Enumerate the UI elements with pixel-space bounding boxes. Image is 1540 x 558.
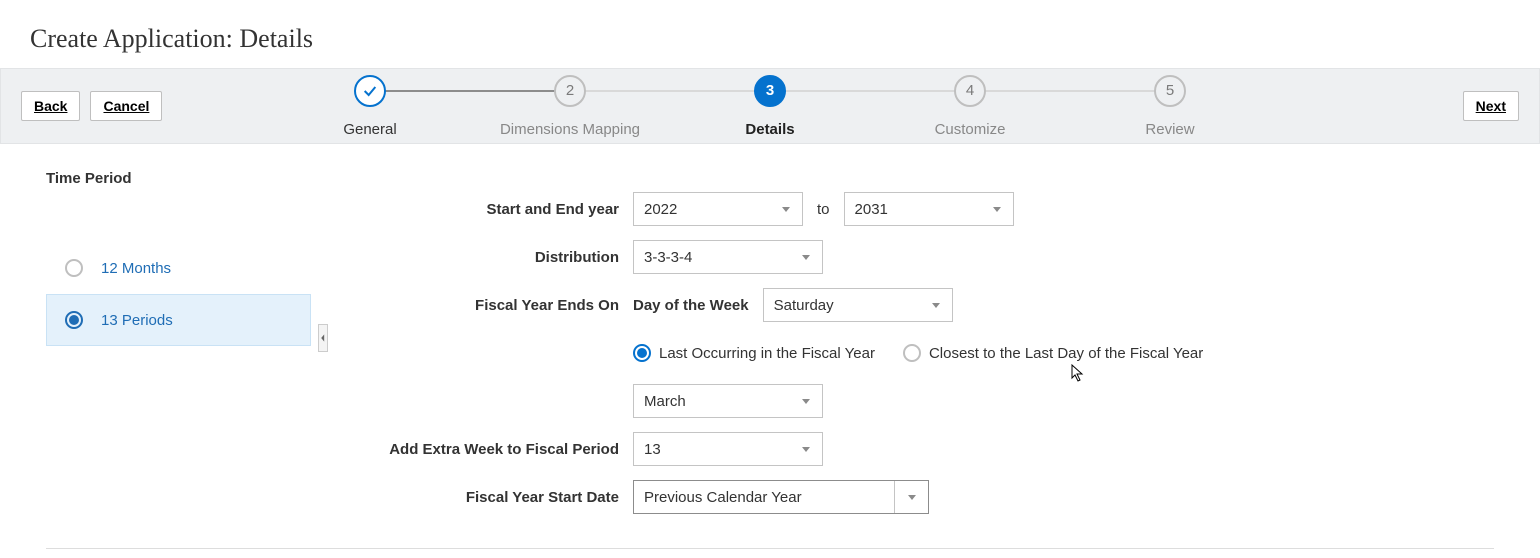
label-fiscal-year-ends-on: Fiscal Year Ends On [373,297,633,314]
radio-icon [633,344,651,362]
step-details[interactable]: 3 Details [670,75,870,138]
radio-label: Last Occurring in the Fiscal Year [659,345,875,362]
wizard-stepper-bar: Back Cancel General 2 Dimensions Mapping… [0,68,1540,144]
label-start-end-year: Start and End year [373,201,633,218]
section-title-time-period: Time Period [46,170,311,187]
select-value: 13 [644,441,661,458]
period-option-13-periods[interactable]: 13 Periods [46,294,311,346]
chevron-down-icon [800,443,812,455]
chevron-down-icon [894,481,928,513]
period-option-list: 12 Months 13 Periods [46,242,311,346]
start-year-select[interactable]: 2022 [633,192,803,226]
chevron-down-icon [991,203,1003,215]
checkmark-icon [354,75,386,107]
radio-icon [65,259,83,277]
select-value: 3-3-3-4 [644,249,692,266]
select-value: Saturday [774,297,834,314]
label-fiscal-year-start-date: Fiscal Year Start Date [373,489,633,506]
step-number: 3 [754,75,786,107]
step-label: Review [1145,121,1194,138]
step-general[interactable]: General [270,75,470,138]
radio-closest-last-day[interactable]: Closest to the Last Day of the Fiscal Ye… [903,344,1203,362]
step-number: 5 [1154,75,1186,107]
step-number: 2 [554,75,586,107]
radio-label: Closest to the Last Day of the Fiscal Ye… [929,345,1203,362]
wizard-steps: General 2 Dimensions Mapping 3 Details 4… [270,75,1270,138]
label-day-of-week: Day of the Week [633,297,749,314]
step-customize[interactable]: 4 Customize [870,75,1070,138]
radio-icon [903,344,921,362]
option-label: 12 Months [101,260,171,277]
distribution-select[interactable]: 3-3-3-4 [633,240,823,274]
to-text: to [817,201,830,218]
chevron-down-icon [780,203,792,215]
step-label: Details [745,121,794,138]
extra-week-select[interactable]: 13 [633,432,823,466]
next-button[interactable]: Next [1463,91,1519,121]
select-value: 2022 [644,201,677,218]
chevron-down-icon [800,395,812,407]
day-of-week-select[interactable]: Saturday [763,288,953,322]
cancel-button[interactable]: Cancel [90,91,162,121]
chevron-down-icon [800,251,812,263]
fiscal-year-start-date-select[interactable]: Previous Calendar Year [633,480,929,514]
fiscal-month-select[interactable]: March [633,384,823,418]
label-distribution: Distribution [373,249,633,266]
radio-last-occurring[interactable]: Last Occurring in the Fiscal Year [633,344,875,362]
end-year-select[interactable]: 2031 [844,192,1014,226]
select-value: 2031 [855,201,888,218]
period-option-12-months[interactable]: 12 Months [46,242,311,294]
step-number: 4 [954,75,986,107]
radio-icon [65,311,83,329]
step-label: Dimensions Mapping [500,121,640,138]
select-value: March [644,393,686,410]
step-dimensions-mapping[interactable]: 2 Dimensions Mapping [470,75,670,138]
step-review[interactable]: 5 Review [1070,75,1270,138]
label-add-extra-week: Add Extra Week to Fiscal Period [373,441,633,458]
step-label: Customize [935,121,1006,138]
select-value: Previous Calendar Year [644,489,802,506]
chevron-down-icon [930,299,942,311]
step-label: General [343,121,396,138]
divider [46,548,1494,549]
page-title: Create Application: Details [0,0,1540,68]
option-label: 13 Periods [101,312,173,329]
back-button[interactable]: Back [21,91,80,121]
